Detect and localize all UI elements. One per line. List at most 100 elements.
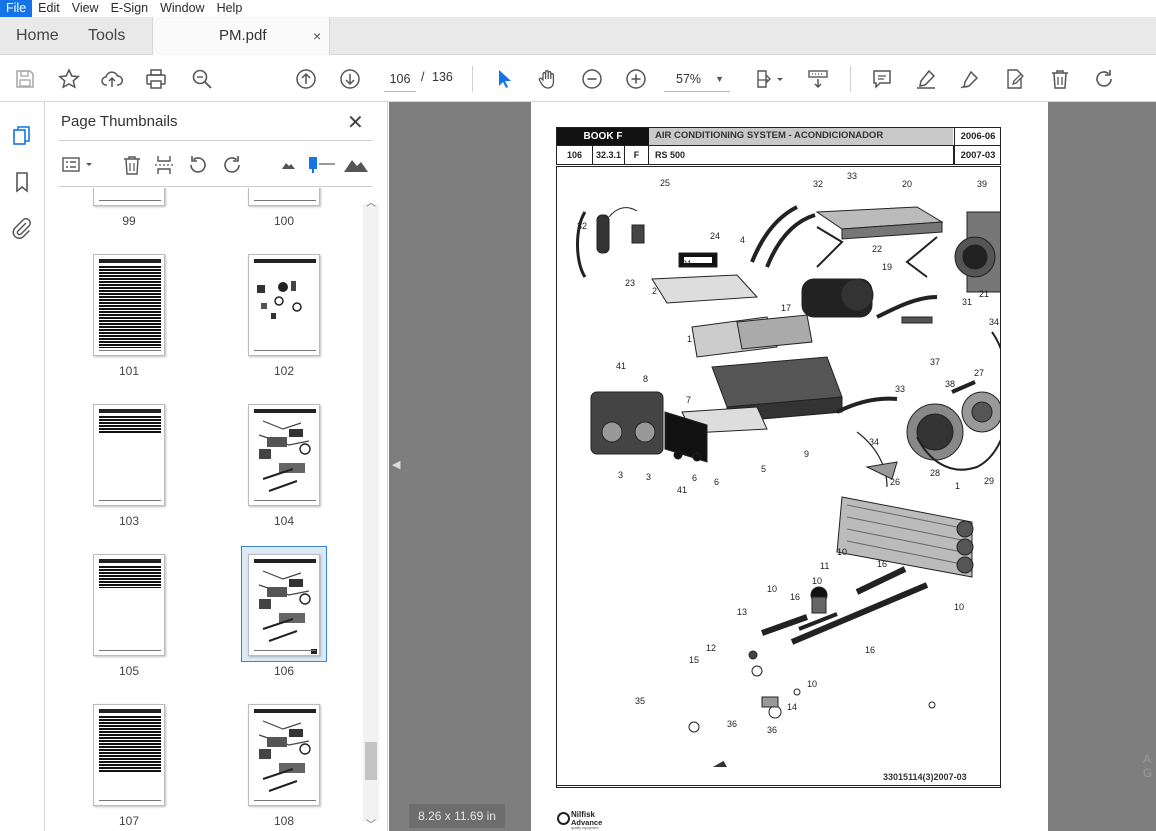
thumbnail-page[interactable] [93, 254, 165, 356]
attachment-icon[interactable] [10, 216, 34, 240]
menu-esign[interactable]: E-Sign [105, 0, 155, 17]
part-callout-number: 22 [962, 249, 972, 259]
thumbnail-page[interactable] [248, 704, 320, 806]
menu-edit[interactable]: Edit [32, 0, 66, 17]
exploded-parts-diagram: 25 3233 20 3932 24 431 22 2223 21918 213134 … [576, 171, 1000, 767]
redo-rotate-icon[interactable] [1090, 65, 1118, 93]
section-title: AIR CONDITIONING SYSTEM - ACONDICIONADOR [649, 128, 953, 145]
close-icon[interactable]: ✕ [347, 110, 364, 135]
pdf-page: BOOK F AIR CONDITIONING SYSTEM - ACONDIC… [531, 102, 1048, 831]
thumbnail-page-number: 99 [122, 214, 136, 228]
upload-cloud-icon[interactable] [98, 65, 126, 93]
delete-icon[interactable] [1046, 65, 1074, 93]
thumbnail-scrollbar[interactable]: ︿ ﹀ [363, 194, 379, 831]
edit-pdf-icon[interactable] [1000, 65, 1028, 93]
tab-close-icon[interactable]: × [313, 17, 321, 55]
part-callout-number: 12 [706, 643, 716, 653]
menu-help[interactable]: Help [211, 0, 249, 17]
part-callout-number: 38 [945, 379, 955, 389]
nilfisk-advance-logo: Nilfisk Advance quality equipment [557, 808, 617, 830]
tab-home[interactable]: Home [16, 17, 59, 55]
thumbnail-page-number: 101 [118, 364, 140, 378]
part-callout-number: 28 [930, 468, 940, 478]
save-icon[interactable] [11, 65, 39, 93]
left-rail [0, 102, 45, 831]
part-callout-number: 31 [682, 259, 692, 269]
scroll-down-icon[interactable]: ﹀ [366, 816, 376, 831]
hand-tool-icon[interactable] [534, 65, 562, 93]
chevron-down-icon: ▼ [715, 74, 724, 84]
thumbnail-size-slider[interactable] [307, 152, 337, 178]
thumbnail-page[interactable] [248, 188, 320, 206]
divider [59, 140, 372, 141]
part-callout-number: 9 [804, 449, 809, 459]
thumbnail-page[interactable] [93, 404, 165, 506]
part-callout-number: 2 [652, 286, 657, 296]
next-page-icon[interactable] [336, 65, 364, 93]
thumbnail-page[interactable] [93, 704, 165, 806]
menu-view[interactable]: View [66, 0, 105, 17]
zoom-level-select[interactable]: 57% ▼ [664, 66, 730, 92]
thumbnail-page[interactable] [248, 254, 320, 356]
thumbnail-panel: Page Thumbnails ✕ 99 100 101 102 103 104… [45, 102, 388, 831]
tab-tools[interactable]: Tools [88, 17, 125, 55]
page-number-cell: 106 [557, 146, 593, 165]
small-thumbnail-icon[interactable] [275, 152, 301, 178]
thumbnail-page-number: 103 [118, 514, 140, 528]
rotate-clockwise-icon[interactable] [219, 152, 245, 178]
zoom-search-icon[interactable] [188, 65, 216, 93]
menu-window[interactable]: Window [154, 0, 210, 17]
part-callout-number: 34 [989, 317, 999, 327]
select-cursor-icon[interactable] [490, 65, 518, 93]
thumbnail-options-icon[interactable] [59, 152, 97, 178]
zoom-out-icon[interactable] [578, 65, 606, 93]
thumbnail-page-number: 107 [118, 814, 140, 828]
part-callout-number: 10 [812, 576, 822, 586]
page-number-input[interactable] [384, 66, 416, 92]
part-callout-number: 10 [767, 584, 777, 594]
part-callout-number: 7 [686, 395, 691, 405]
large-thumbnail-icon[interactable] [343, 152, 369, 178]
delete-page-icon[interactable] [119, 152, 145, 178]
rotate-counterclockwise-icon[interactable] [185, 152, 211, 178]
part-callout-number: 24 [710, 231, 720, 241]
extract-page-icon[interactable] [151, 152, 177, 178]
part-callout-number: 10 [954, 602, 964, 612]
part-callout-number: 26 [890, 477, 900, 487]
part-callout-number: 16 [865, 645, 875, 655]
scrollbar-thumb[interactable] [365, 742, 377, 780]
star-icon[interactable] [55, 65, 83, 93]
part-callout-number: 35 [635, 696, 645, 706]
bookmark-icon[interactable] [10, 170, 34, 194]
thumbnail-page[interactable] [248, 404, 320, 506]
highlight-pen-icon[interactable] [912, 65, 940, 93]
tab-document[interactable]: PM.pdf × [152, 17, 330, 55]
part-callout-number: 41 [677, 485, 687, 495]
collapse-panel-icon[interactable]: ◀ [392, 458, 400, 471]
part-callout-number: 10 [807, 679, 817, 689]
thumbnail-page-selected[interactable] [248, 554, 320, 656]
print-icon[interactable] [142, 65, 170, 93]
document-viewer[interactable]: ◀ BOOK F AIR CONDITIONING SYSTEM - ACOND… [389, 102, 1156, 831]
thumbnail-list: 99 100 101 102 103 104 105 106 107 108 [45, 188, 363, 831]
scroll-mode-icon[interactable] [804, 65, 832, 93]
part-callout-number: 17 [781, 303, 791, 313]
thumbnail-page[interactable] [93, 188, 165, 206]
page-thumbnails-icon[interactable] [10, 124, 34, 148]
part-callout-number: 8 [643, 374, 648, 384]
part-callout-number: 14 [787, 702, 797, 712]
zoom-in-icon[interactable] [622, 65, 650, 93]
previous-page-icon[interactable] [292, 65, 320, 93]
fit-page-icon[interactable] [752, 65, 788, 93]
part-callout-number: 32 [813, 179, 823, 189]
part-callout-number: 31 [962, 297, 972, 307]
part-callout-number: 6 [714, 477, 719, 487]
scrollbar-track[interactable] [363, 204, 379, 821]
scroll-up-icon[interactable]: ︿ [366, 194, 376, 209]
part-callout-number: 16 [877, 559, 887, 569]
sign-icon[interactable] [956, 65, 984, 93]
thumbnail-page[interactable] [93, 554, 165, 656]
comment-icon[interactable] [868, 65, 896, 93]
menu-file[interactable]: File [0, 0, 33, 17]
part-callout-number: 36 [727, 719, 737, 729]
